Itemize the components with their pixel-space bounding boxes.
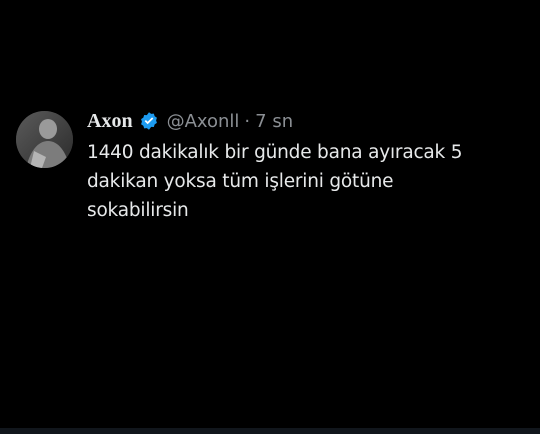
verified-badge-icon	[139, 111, 159, 131]
avatar[interactable]	[16, 111, 73, 168]
tweet-content: Axon @Axonll · 7 sn 1440 dakikalık bir g…	[87, 107, 507, 225]
tweet-text-line: sokabilirsin	[87, 200, 189, 221]
tweet-header: Axon @Axonll · 7 sn	[87, 107, 507, 135]
avatar-photo	[16, 111, 73, 168]
tweet-text: 1440 dakikalık bir günde bana ayıracak 5…	[87, 138, 507, 225]
bottom-divider	[0, 428, 540, 434]
user-handle[interactable]: @Axonll	[167, 111, 240, 132]
timestamp[interactable]: 7 sn	[255, 111, 293, 132]
separator-dot: ·	[244, 110, 251, 132]
display-name[interactable]: Axon	[87, 110, 133, 133]
tweet-text-line: dakikan yoksa tüm işlerini götüne	[87, 171, 394, 192]
tweet-text-line: 1440 dakikalık bir günde bana ayıracak 5	[87, 142, 463, 163]
